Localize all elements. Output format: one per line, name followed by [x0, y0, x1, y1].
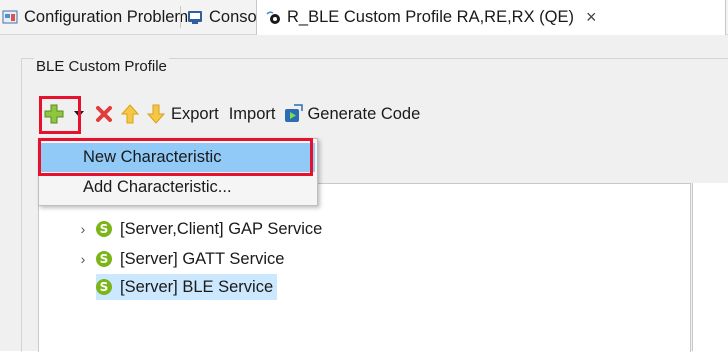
- service-icon: S: [96, 279, 112, 295]
- new-characteristic-highlight: [38, 138, 313, 176]
- toolbar: Export Import Generate Code: [40, 96, 420, 132]
- service-icon: S: [96, 221, 112, 237]
- tab-label: R_BLE Custom Profile RA,RE,RX (QE): [287, 8, 574, 26]
- tree-item-label: [Server,Client] GAP Service: [120, 219, 323, 238]
- tree-item-gatt-service[interactable]: › S [Server] GATT Service: [76, 246, 285, 272]
- delete-x-icon: [96, 106, 112, 122]
- group-title: BLE Custom Profile: [34, 58, 169, 75]
- service-icon: S: [96, 251, 112, 267]
- arrow-down-icon: [147, 104, 165, 124]
- tab-r-ble-custom-profile[interactable]: R_BLE Custom Profile RA,RE,RX (QE) ×: [256, 0, 726, 35]
- add-button-highlight: [39, 96, 81, 134]
- tree-item-label: [Server] GATT Service: [120, 249, 285, 268]
- tab-divider: [180, 6, 181, 28]
- tree-item-ble-service[interactable]: S [Server] BLE Service: [96, 274, 278, 300]
- generate-code-label: Generate Code: [307, 104, 421, 123]
- delete-button[interactable]: [95, 105, 113, 123]
- expand-chevron-icon[interactable]: ›: [76, 251, 90, 267]
- console-icon: [188, 11, 202, 24]
- editor-tab-bar: Configuration Problems Console R_BLE Cus…: [0, 0, 728, 35]
- qe-ble-profile-icon: [266, 10, 280, 24]
- tree-item-gap-service[interactable]: › S [Server,Client] GAP Service: [76, 216, 323, 242]
- expand-chevron-icon[interactable]: ›: [76, 221, 90, 237]
- move-up-button[interactable]: [121, 104, 139, 124]
- tab-label: Configuration Problems: [24, 7, 197, 26]
- generate-code-button[interactable]: Generate Code: [283, 104, 420, 124]
- configuration-problems-icon: [2, 10, 18, 24]
- export-button[interactable]: Export: [171, 105, 219, 124]
- tree-item-label: [Server] BLE Service: [120, 277, 274, 296]
- generate-code-icon: [285, 104, 304, 122]
- details-pane: [692, 183, 728, 351]
- import-button[interactable]: Import: [229, 105, 276, 124]
- arrow-up-icon: [121, 104, 139, 124]
- menu-item-add-characteristic[interactable]: Add Characteristic...: [41, 173, 315, 202]
- tab-configuration-problems[interactable]: Configuration Problems: [2, 0, 196, 34]
- close-tab-icon[interactable]: ×: [586, 7, 597, 28]
- move-down-button[interactable]: [147, 104, 165, 124]
